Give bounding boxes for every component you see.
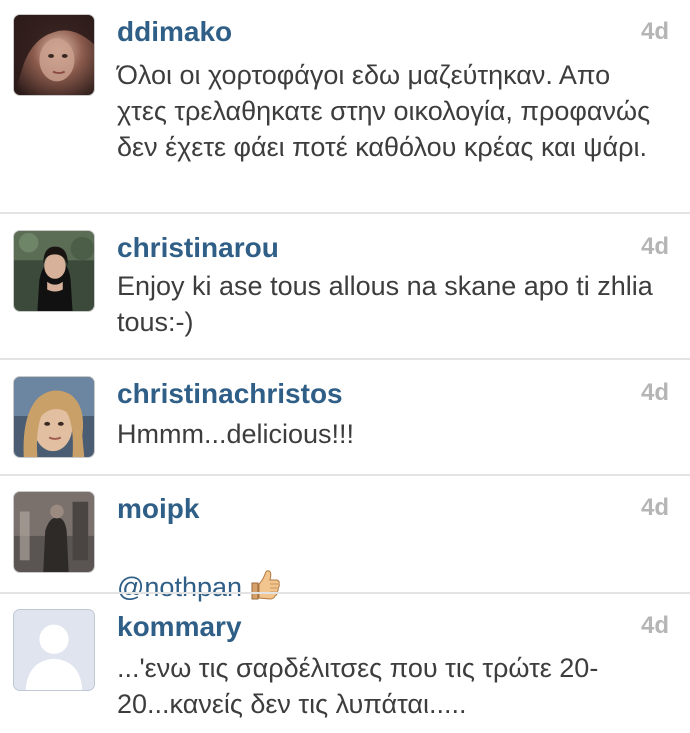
comment-item: ddimako 4d Όλοι οι χορτοφάγοι εδω μαζεύτ… (0, 0, 690, 212)
avatar[interactable] (13, 376, 95, 458)
comment-list: ddimako 4d Όλοι οι χορτοφάγοι εδω μαζεύτ… (0, 0, 690, 733)
timestamp: 4d (640, 233, 669, 260)
comment-item: christinarou 4d Enjoy ki ase tous allous… (0, 214, 690, 358)
timestamp: 4d (640, 612, 669, 639)
avatar[interactable] (13, 491, 95, 573)
username[interactable]: ddimako (117, 15, 232, 49)
comment-item: christinachristos 4d Hmmm...delicious!!! (0, 360, 690, 474)
comment-text: Hmmm...delicious!!! (117, 419, 355, 449)
timestamp: 4d (640, 494, 669, 521)
comment-item: kommary 4d ...'ενω τις σαρδέλιτσες που τ… (0, 594, 690, 733)
username[interactable]: moipk (117, 492, 199, 526)
timestamp: 4d (640, 18, 669, 45)
timestamp: 4d (640, 379, 669, 406)
comment-item: moipk 4d @nothpan (0, 476, 690, 602)
username[interactable]: christinarou (117, 231, 279, 265)
comment-text: Enjoy ki ase tous allous na skane apo ti… (117, 271, 653, 337)
comment-text: ...'ενω τις σαρδέλιτσες που τις τρώτε 20… (117, 653, 599, 719)
default-avatar-icon[interactable] (13, 609, 95, 691)
username[interactable]: christinachristos (117, 377, 343, 411)
comment-text: Όλοι οι χορτοφάγοι εδω μαζεύτηκαν. Απο χ… (117, 60, 651, 162)
username[interactable]: kommary (117, 610, 242, 644)
avatar[interactable] (13, 230, 95, 312)
avatar[interactable] (13, 14, 95, 96)
